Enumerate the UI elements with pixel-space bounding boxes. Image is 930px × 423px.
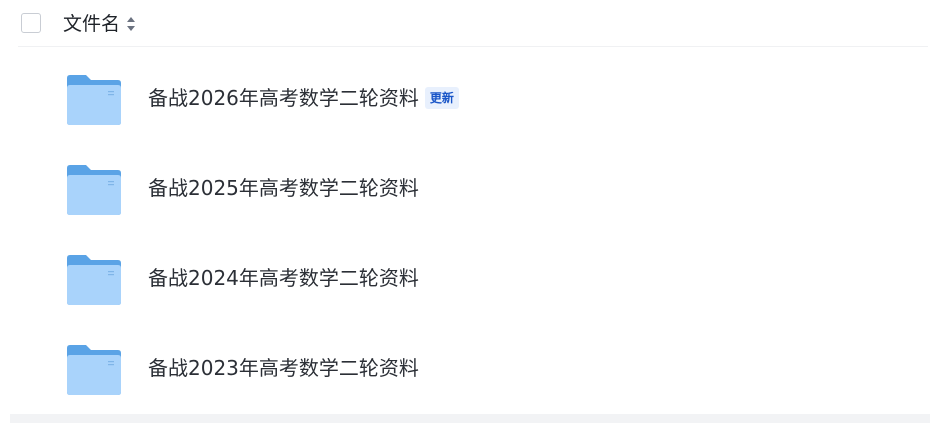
file-row[interactable]: 备战2024年高考数学二轮资料 (18, 232, 928, 322)
select-all-checkbox[interactable] (21, 13, 41, 33)
column-header-label: 文件名 (63, 13, 121, 35)
file-name-label: 备战2024年高考数学二轮资料 (148, 266, 419, 290)
file-name[interactable]: 备战2024年高考数学二轮资料 (148, 264, 419, 292)
file-list-header: 文件名 (0, 0, 930, 46)
folder-icon (66, 74, 122, 126)
column-header-filename[interactable]: 文件名 (63, 12, 136, 36)
folder-icon (66, 164, 122, 216)
file-row[interactable]: 备战2023年高考数学二轮资料 (18, 322, 928, 412)
update-badge: 更新 (424, 87, 459, 109)
sort-icon[interactable] (126, 16, 136, 32)
horizontal-scrollbar[interactable] (10, 414, 930, 423)
file-name-label: 备战2026年高考数学二轮资料 (148, 86, 419, 110)
file-name[interactable]: 备战2025年高考数学二轮资料 (148, 174, 419, 202)
folder-icon (66, 344, 122, 396)
file-row[interactable]: 备战2026年高考数学二轮资料 更新 (18, 52, 928, 142)
file-row[interactable]: 备战2025年高考数学二轮资料 (18, 142, 928, 232)
header-divider (18, 46, 928, 47)
file-name-label: 备战2023年高考数学二轮资料 (148, 356, 419, 380)
file-name-label: 备战2025年高考数学二轮资料 (148, 176, 419, 200)
folder-icon (66, 254, 122, 306)
file-name[interactable]: 备战2023年高考数学二轮资料 (148, 354, 419, 382)
file-name[interactable]: 备战2026年高考数学二轮资料 更新 (148, 84, 459, 112)
